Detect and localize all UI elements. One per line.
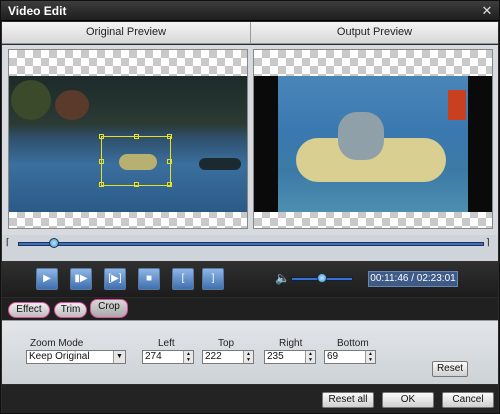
- spinner-arrows-icon[interactable]: ▲ ▼: [365, 351, 375, 363]
- original-preview-label: Original Preview: [85, 26, 167, 38]
- crop-handle[interactable]: [99, 159, 104, 164]
- crop-handle[interactable]: [167, 182, 172, 187]
- background-foliage: [55, 90, 89, 120]
- title-bar[interactable]: Video Edit ✕: [1, 1, 499, 21]
- output-video-frame: [254, 76, 492, 212]
- timeline: ⌈ ⌉: [2, 235, 498, 261]
- spinner-arrows-icon[interactable]: ▲ ▼: [305, 351, 315, 363]
- snapshot-button[interactable]: [▶]: [104, 268, 126, 290]
- pool-object: [448, 90, 466, 120]
- mark-in-button[interactable]: [: [172, 268, 194, 290]
- right-label: Right: [279, 338, 303, 349]
- crop-panel: Zoom Mode Keep Original ▼ Left 274 ▲ ▼ To…: [2, 320, 498, 384]
- tab-effect[interactable]: Effect: [8, 302, 50, 318]
- timeline-track[interactable]: [18, 242, 484, 246]
- crop-handle[interactable]: [167, 159, 172, 164]
- timecode-display: 00:11:46 / 02:23:01: [368, 271, 458, 287]
- original-video-frame: [9, 76, 247, 212]
- crop-handle[interactable]: [134, 182, 139, 187]
- trim-end-marker[interactable]: ⌉: [486, 237, 496, 257]
- preview-header: Original Preview Output Preview: [2, 22, 498, 44]
- bottom-value: 69: [327, 351, 339, 362]
- preview-area: [2, 45, 498, 235]
- left-label: Left: [158, 338, 175, 349]
- reset-all-button[interactable]: Reset all: [322, 392, 374, 408]
- tab-crop[interactable]: Crop: [90, 299, 128, 318]
- footer-bar: Reset all OK Cancel: [2, 385, 498, 413]
- background-foliage: [11, 80, 51, 120]
- reset-button[interactable]: Reset: [432, 361, 468, 377]
- output-preview-canvas: [253, 49, 493, 229]
- zoom-mode-label: Zoom Mode: [30, 338, 84, 349]
- right-field[interactable]: 235 ▲ ▼: [264, 350, 316, 364]
- left-field[interactable]: 274 ▲ ▼: [142, 350, 194, 364]
- toy-figure: [338, 112, 384, 160]
- video-edit-window: Video Edit ✕ Original Preview Output Pre…: [0, 0, 500, 414]
- pool-float: [199, 158, 241, 170]
- close-icon[interactable]: ✕: [479, 3, 495, 18]
- zoom-mode-select[interactable]: Keep Original ▼: [26, 350, 126, 364]
- top-label: Top: [218, 338, 235, 349]
- tabs-bar: Effect Trim Crop: [2, 298, 498, 320]
- play-button[interactable]: ▶: [36, 268, 58, 290]
- cancel-button[interactable]: Cancel: [442, 392, 494, 408]
- original-preview-canvas: [8, 49, 248, 229]
- bottom-field[interactable]: 69 ▲ ▼: [324, 350, 376, 364]
- mark-out-button[interactable]: ]: [202, 268, 224, 290]
- next-frame-button[interactable]: ▮▶: [70, 268, 92, 290]
- timeline-playhead[interactable]: [49, 238, 59, 248]
- crop-handle[interactable]: [99, 134, 104, 139]
- crop-handle[interactable]: [134, 134, 139, 139]
- crop-handle[interactable]: [99, 182, 104, 187]
- right-value: 235: [267, 351, 284, 362]
- crop-handle[interactable]: [167, 134, 172, 139]
- speaker-icon[interactable]: 🔈: [275, 271, 290, 285]
- zoom-mode-value: Keep Original: [29, 351, 90, 362]
- bottom-label: Bottom: [337, 338, 369, 349]
- top-field[interactable]: 222 ▲ ▼: [202, 350, 254, 364]
- trim-start-marker[interactable]: ⌈: [6, 237, 16, 257]
- transport-bar: ▶ ▮▶ [▶] ■ [ ] 🔈 00:11:46 / 02:23:01: [2, 261, 498, 297]
- stop-button[interactable]: ■: [138, 268, 160, 290]
- top-value: 222: [205, 351, 222, 362]
- ok-button[interactable]: OK: [382, 392, 434, 408]
- window-title: Video Edit: [8, 4, 67, 18]
- spinner-arrows-icon[interactable]: ▲ ▼: [183, 351, 193, 363]
- output-preview-label: Output Preview: [336, 26, 413, 38]
- crop-selection-box[interactable]: [99, 134, 172, 187]
- volume-thumb[interactable]: [317, 273, 327, 283]
- left-value: 274: [145, 351, 162, 362]
- spinner-arrows-icon[interactable]: ▲ ▼: [243, 351, 253, 363]
- tab-trim[interactable]: Trim: [54, 302, 87, 318]
- output-video-content: [278, 76, 468, 212]
- chevron-down-icon[interactable]: ▼: [113, 351, 125, 363]
